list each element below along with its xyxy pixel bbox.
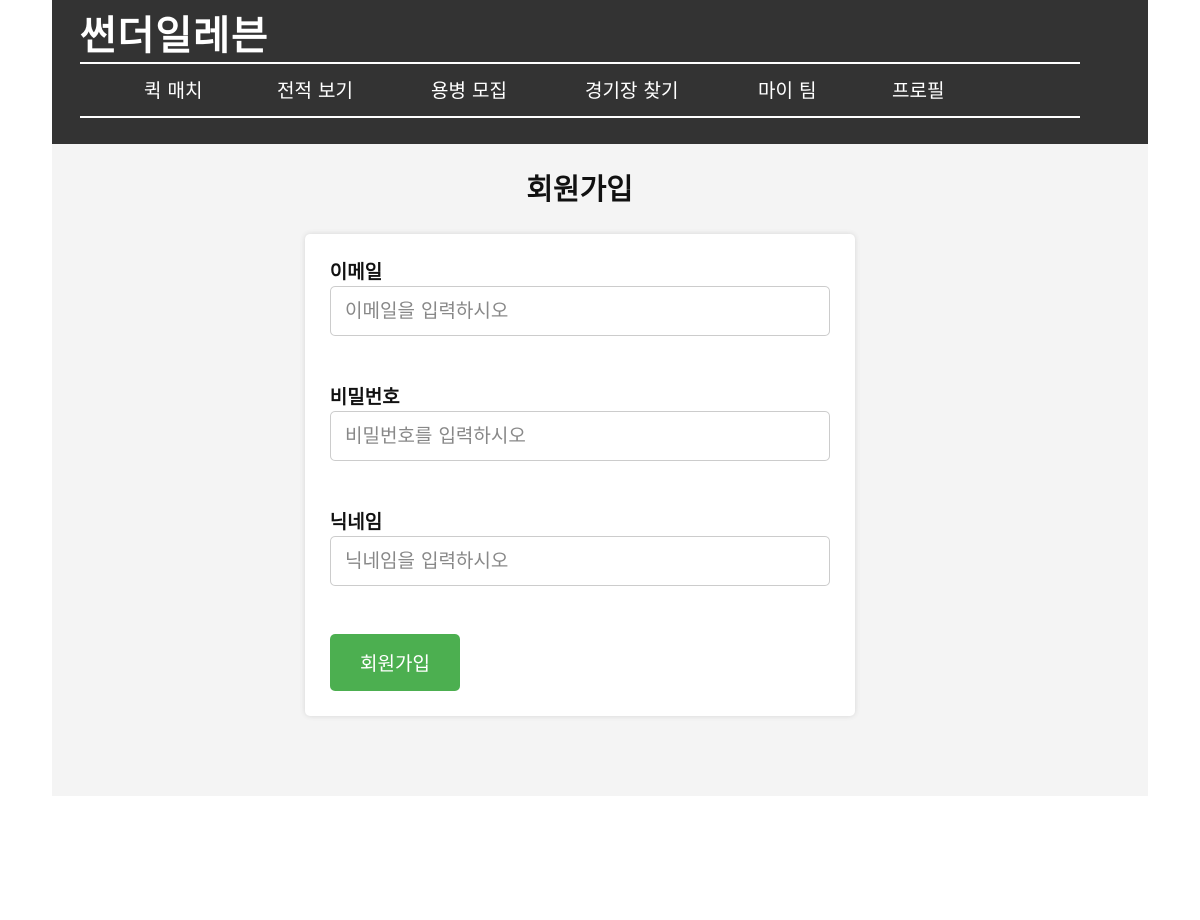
page-container: 썬더일레븐 퀵 매치 전적 보기 용병 모집 경기장 찾기 마이 팀 프로필 회… <box>52 0 1148 796</box>
nav-quick-match[interactable]: 퀵 매치 <box>144 64 202 116</box>
page-title: 회원가입 <box>526 172 634 206</box>
password-field[interactable] <box>330 411 830 461</box>
password-label: 비밀번호 <box>330 386 400 408</box>
email-label: 이메일 <box>330 261 383 283</box>
nav-match-history[interactable]: 전적 보기 <box>277 64 353 116</box>
nav-my-team[interactable]: 마이 팀 <box>758 64 816 116</box>
nickname-label: 닉네임 <box>330 511 383 533</box>
signup-form: 이메일 비밀번호 닉네임 회원가입 <box>305 234 855 716</box>
nav-profile[interactable]: 프로필 <box>892 64 944 116</box>
signup-button[interactable]: 회원가입 <box>330 634 460 691</box>
nav-mercenary-recruit[interactable]: 용병 모집 <box>431 64 507 116</box>
nickname-field[interactable] <box>330 536 830 586</box>
header-divider-bottom <box>80 116 1080 118</box>
email-field[interactable] <box>330 286 830 336</box>
nav-find-stadium[interactable]: 경기장 찾기 <box>585 64 678 116</box>
site-logo[interactable]: 썬더일레븐 <box>80 10 269 62</box>
site-header: 썬더일레븐 퀵 매치 전적 보기 용병 모집 경기장 찾기 마이 팀 프로필 <box>52 0 1148 144</box>
main-nav: 퀵 매치 전적 보기 용병 모집 경기장 찾기 마이 팀 프로필 <box>80 64 1080 116</box>
